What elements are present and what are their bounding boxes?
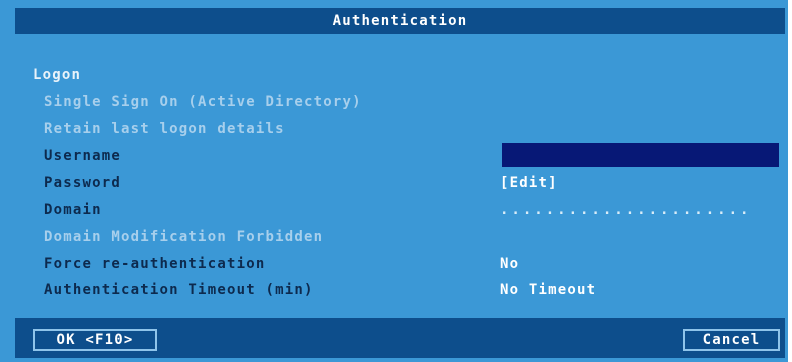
- auth-timeout-value[interactable]: No Timeout: [500, 280, 596, 300]
- cancel-button[interactable]: Cancel: [683, 329, 780, 351]
- password-edit-button[interactable]: [Edit]: [500, 173, 558, 193]
- force-reauth-label: Force re-authentication: [44, 256, 266, 272]
- username-input[interactable]: [502, 143, 779, 167]
- option-retain-logon-details[interactable]: Retain last logon details: [44, 119, 285, 139]
- option-single-sign-on[interactable]: Single Sign On (Active Directory): [44, 92, 362, 112]
- window-edge: [788, 0, 792, 362]
- title-bar: Authentication: [15, 8, 785, 34]
- domain-label: Domain: [44, 202, 102, 218]
- section-logon-heading: Logon: [33, 67, 82, 83]
- authentication-dialog: Authentication Logon Single Sign On (Act…: [0, 0, 788, 362]
- force-reauth-value[interactable]: No: [500, 254, 519, 274]
- domain-input[interactable]: ......................: [500, 200, 782, 220]
- username-label: Username: [44, 148, 122, 164]
- password-label: Password: [44, 175, 122, 191]
- option-domain-modification-forbidden[interactable]: Domain Modification Forbidden: [44, 227, 323, 247]
- auth-timeout-label: Authentication Timeout (min): [44, 282, 314, 298]
- dialog-title: Authentication: [332, 13, 468, 29]
- ok-button[interactable]: OK <F10>: [33, 329, 157, 351]
